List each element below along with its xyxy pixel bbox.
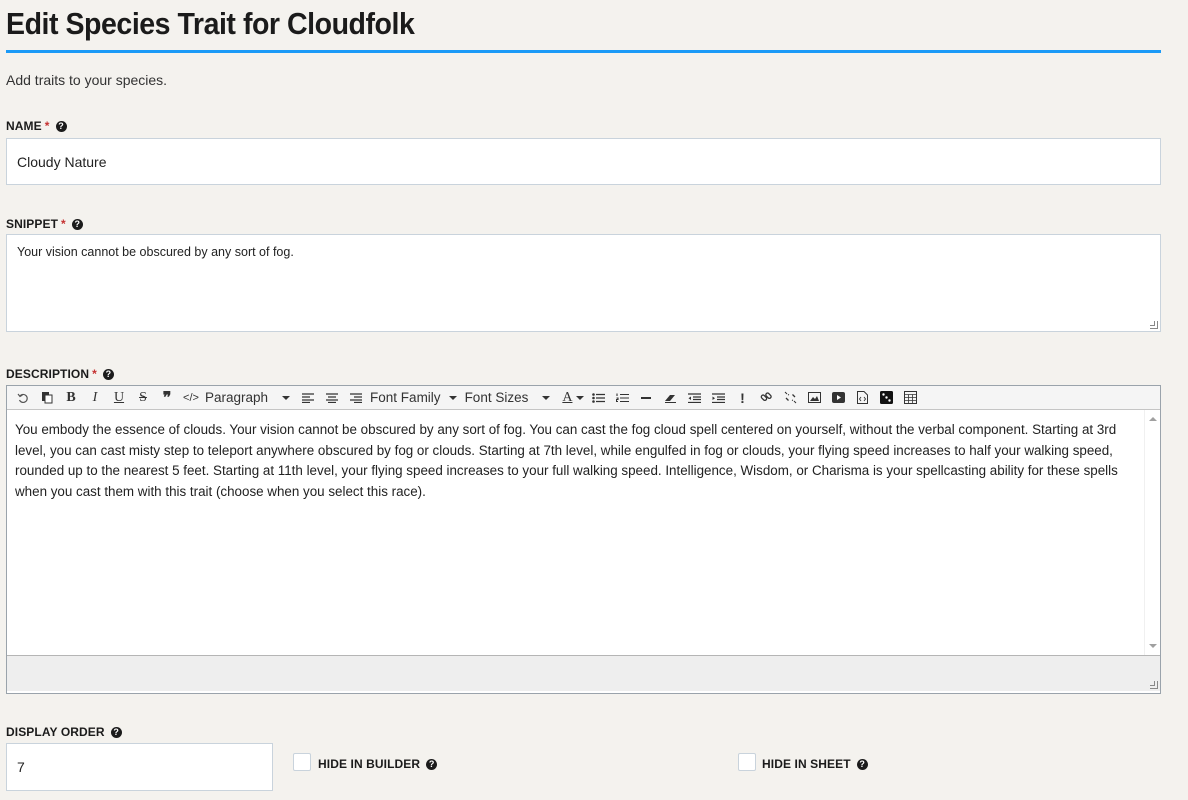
name-input[interactable]: Cloudy Nature: [6, 138, 1161, 185]
italic-button[interactable]: I: [85, 388, 105, 408]
scroll-down-icon[interactable]: [1149, 644, 1157, 648]
blockquote-icon[interactable]: ❞: [157, 388, 177, 408]
hide-in-sheet-checkbox[interactable]: [738, 753, 756, 771]
undo-icon[interactable]: [13, 388, 33, 408]
description-editor-body[interactable]: You embody the essence of clouds. Your v…: [7, 410, 1160, 655]
name-label: NAME * ?: [6, 118, 67, 134]
help-icon[interactable]: ?: [55, 120, 67, 132]
edit-trait-page: Edit Species Trait for Cloudfolk Add tra…: [6, 0, 1161, 92]
help-icon[interactable]: ?: [102, 368, 114, 380]
hide-in-builder-label: HIDE IN BUILDER ?: [318, 756, 438, 772]
snippet-textarea[interactable]: Your vision cannot be obscured by any so…: [6, 234, 1161, 332]
chevron-down-icon: [448, 395, 457, 400]
chevron-down-icon: [542, 395, 551, 400]
rich-text-editor: B I U S ❞ </> Paragraph Font Family Font…: [6, 385, 1161, 694]
required-marker: *: [92, 367, 97, 381]
numbered-list-icon[interactable]: [612, 388, 632, 408]
title-divider: [6, 50, 1161, 53]
dice-icon[interactable]: [876, 388, 896, 408]
text-color-button[interactable]: A: [562, 388, 585, 408]
align-center-icon[interactable]: [322, 388, 342, 408]
exclamation-icon[interactable]: !: [732, 388, 752, 408]
page-title: Edit Species Trait for Cloudfolk: [6, 6, 415, 41]
required-marker: *: [61, 217, 66, 231]
display-order-input[interactable]: 7: [6, 743, 273, 791]
bullet-list-icon[interactable]: [588, 388, 608, 408]
chevron-down-icon: [282, 395, 291, 400]
video-icon[interactable]: [828, 388, 848, 408]
page-subtitle: Add traits to your species.: [6, 72, 168, 88]
font-family-select[interactable]: Font Family: [370, 390, 457, 405]
image-icon[interactable]: [804, 388, 824, 408]
hide-in-builder-checkbox[interactable]: [293, 753, 311, 771]
resize-handle-icon[interactable]: [1150, 321, 1158, 329]
chevron-down-icon: [576, 395, 585, 400]
paste-icon[interactable]: [37, 388, 57, 408]
source-code-icon[interactable]: [852, 388, 872, 408]
help-icon[interactable]: ?: [71, 218, 83, 230]
eraser-icon[interactable]: [660, 388, 680, 408]
indent-icon[interactable]: [708, 388, 728, 408]
align-right-icon[interactable]: [346, 388, 366, 408]
scroll-up-icon[interactable]: [1149, 417, 1157, 421]
table-icon[interactable]: [900, 388, 920, 408]
required-marker: *: [44, 119, 50, 133]
strikethrough-button[interactable]: S: [133, 388, 153, 408]
editor-statusbar: [7, 655, 1160, 691]
unlink-icon[interactable]: [780, 388, 800, 408]
editor-toolbar: B I U S ❞ </> Paragraph Font Family Font…: [7, 386, 1160, 410]
font-size-select[interactable]: Font Sizes: [465, 390, 551, 405]
code-icon[interactable]: </>: [181, 388, 201, 408]
format-select[interactable]: Paragraph: [205, 390, 291, 405]
help-icon[interactable]: ?: [426, 758, 438, 770]
help-icon[interactable]: ?: [110, 726, 122, 738]
link-icon[interactable]: [756, 388, 776, 408]
display-order-label: DISPLAY ORDER ?: [6, 724, 122, 740]
horizontal-rule-icon[interactable]: [636, 388, 656, 408]
help-icon[interactable]: ?: [856, 758, 868, 770]
description-label: DESCRIPTION * ?: [6, 366, 114, 382]
editor-scrollbar[interactable]: [1144, 410, 1160, 655]
align-left-icon[interactable]: [298, 388, 318, 408]
bold-button[interactable]: B: [61, 388, 81, 408]
outdent-icon[interactable]: [684, 388, 704, 408]
resize-handle-icon[interactable]: [1150, 681, 1158, 689]
snippet-label: SNIPPET * ?: [6, 216, 83, 232]
hide-in-sheet-label: HIDE IN SHEET ?: [762, 756, 868, 772]
underline-button[interactable]: U: [109, 388, 129, 408]
